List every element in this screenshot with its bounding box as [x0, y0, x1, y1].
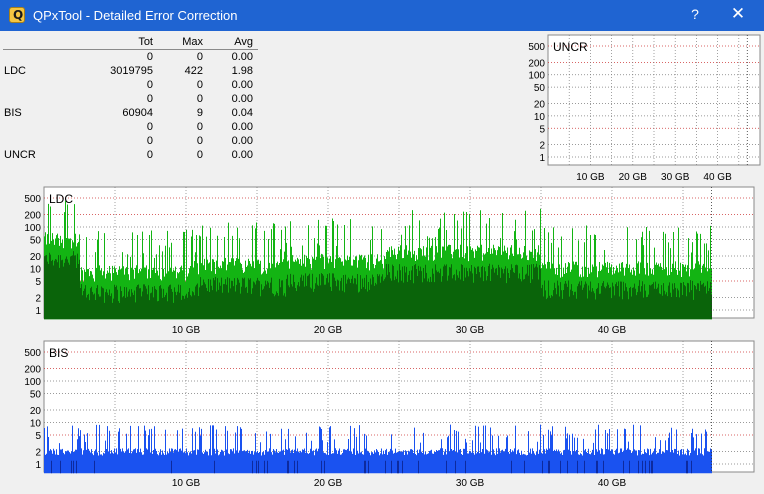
bis-chart: 500 20010050 20 105 21 10 GB 20 GB 30 GB 40 GB BI… [24, 340, 755, 489]
ldc-title: LDC [49, 192, 73, 206]
uncr-x-tick-label: 20 GB [619, 172, 648, 183]
uncr-y-tick-label: 2 [539, 141, 545, 152]
bis-y-tick-label: 50 [30, 389, 42, 400]
uncr-y-tick-label: 10 [534, 112, 546, 123]
ldc-y-tick-label: 2 [35, 294, 41, 305]
ldc-y-tick-label: 50 [30, 235, 42, 246]
bis-y-tick-label: 5 [35, 431, 41, 442]
bis-x-tick-label: 20 GB [314, 478, 343, 489]
uncr-y-tick-label: 200 [528, 58, 545, 69]
bis-y-tick-label: 200 [24, 365, 41, 376]
charts-canvas: 50020010050201052110 GB 20 GB 30 GB 40 GBUN… [24, 34, 761, 489]
ldc-y-tick-label: 500 [24, 194, 41, 205]
ldc-x-tick-label: 30 GB [456, 325, 485, 336]
ldc-y-tick-label: 20 [30, 252, 42, 263]
uncr-y-tick-label: 5 [539, 124, 545, 135]
uncr-y-tick-label: 500 [528, 42, 545, 53]
ldc-chart: 500 20010050 20 105 21 10 GB 20 GB 30 GB 40 GB LD… [24, 186, 755, 336]
ldc-y-tick-label: 5 [35, 277, 41, 288]
uncr-y-tick-label: 50 [534, 83, 546, 94]
bis-x-tick-label: 10 GB [172, 478, 201, 489]
ldc-y-tick-label: 10 [30, 265, 42, 276]
ldc-x-tick-label: 40 GB [598, 325, 627, 336]
bis-title: BIS [49, 346, 68, 360]
uncr-x-tick-label: 30 GB [661, 172, 690, 183]
uncr-x-tick-label: 40 GB [703, 172, 732, 183]
ldc-x-tick-label: 10 GB [172, 325, 201, 336]
uncr-title: UNCR [553, 40, 588, 54]
uncr-chart: 500 200 10050 20 105 21 10 GB 20 GB 30 GB 40 GB UN… [528, 34, 761, 183]
bis-y-tick-label: 500 [24, 348, 41, 359]
bis-x-tick-label: 40 GB [598, 478, 627, 489]
bis-y-tick-label: 100 [24, 377, 41, 388]
ldc-y-tick-label: 1 [35, 306, 41, 317]
uncr-y-tick-label: 20 [534, 99, 546, 110]
uncr-y-tick-label: 1 [539, 153, 545, 164]
uncr-x-tick-label: 10 GB [576, 172, 605, 183]
bis-y-tick-label: 20 [30, 406, 42, 417]
uncr-y-tick-label: 100 [528, 71, 545, 82]
uncr-plot-area [547, 34, 761, 166]
ldc-y-tick-label: 200 [24, 211, 41, 222]
bis-x-tick-label: 30 GB [456, 478, 485, 489]
ldc-x-tick-label: 20 GB [314, 325, 343, 336]
bis-y-tick-label: 1 [35, 460, 41, 471]
bis-y-tick-label: 2 [35, 448, 41, 459]
bis-y-tick-label: 10 [30, 419, 42, 430]
ldc-y-tick-label: 100 [24, 223, 41, 234]
